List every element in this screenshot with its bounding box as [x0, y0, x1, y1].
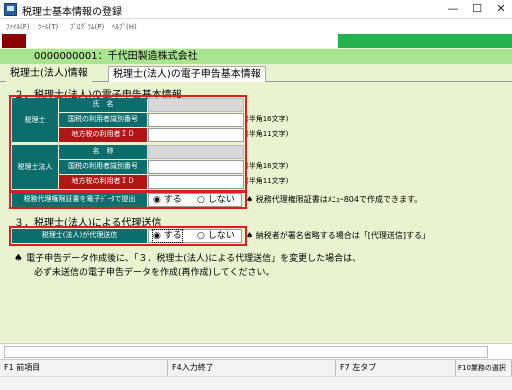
- close-button[interactable]: ✕: [490, 1, 512, 17]
- name-label: 氏 名: [59, 98, 147, 112]
- notice-line1: 電子申告データ作成後に、「３．税理士(法人)による代理送信」を変更した場合は、: [26, 254, 362, 264]
- proxy-send-yes-radio[interactable]: ◉ する: [152, 229, 183, 243]
- proxy-send-note-text: 納税者が署名省略する場合は「[代理送信]する」: [255, 231, 430, 240]
- corp-name-field[interactable]: [148, 145, 244, 159]
- proxy-cert-note-text: 税務代理権限証書はﾒﾆｭｰ804で作成できます。: [255, 195, 423, 204]
- local-tax-id-hint: (半角11文字): [246, 130, 289, 138]
- local-tax-id-label: 地方税の利用者ＩＤ: [59, 128, 147, 142]
- menu-bar: ﾌｧｲﾙ(F) ﾂｰﾙ(T) ﾌﾟﾛｸﾞﾗﾑ(P) ﾍﾙﾌﾟ(H): [0, 19, 512, 34]
- title-bar: 税理士基本情報の登録 — ☐ ✕: [0, 0, 512, 19]
- proxy-send-label: 税理士(法人)が代理送信: [12, 229, 147, 243]
- tab-bar: 税理士(法人)情報 税理士(法人)の電子申告基本情報: [0, 66, 512, 82]
- spade-icon: ♠: [14, 253, 23, 264]
- local-tax-id-field[interactable]: [148, 128, 244, 142]
- national-tax-id-hint: (半角16文字): [246, 115, 289, 123]
- zeirishi-group-label: 税理士: [12, 98, 58, 142]
- proxy-cert-yes-radio[interactable]: ◉ する: [153, 194, 182, 206]
- proxy-send-note: ♠ 納税者が署名省略する場合は「[代理送信]する」: [246, 229, 430, 242]
- status-indicator-red: [2, 34, 26, 48]
- spade-icon: ♠: [246, 195, 254, 204]
- corp-local-tax-id-label: 地方税の利用者ＩＤ: [59, 175, 147, 189]
- notice: ♠ 電子申告データ作成後に、「３．税理士(法人)による代理送信」を変更した場合は…: [14, 252, 361, 266]
- name-field[interactable]: [148, 98, 244, 112]
- function-key-bar: F1 前項目 F4入力終了 F7 左タブ F10業務の選択: [0, 359, 512, 377]
- proxy-send-radio-group: ◉ する ○ しない: [148, 229, 242, 243]
- national-tax-id-field[interactable]: [148, 113, 244, 127]
- f7-key[interactable]: F7 左タブ: [336, 360, 456, 377]
- menu-file[interactable]: ﾌｧｲﾙ(F): [6, 22, 30, 32]
- section3-title: ３．税理士(法人)による代理送信: [14, 218, 162, 229]
- f10-key[interactable]: F10業務の選択: [456, 360, 512, 377]
- maximize-button[interactable]: ☐: [466, 1, 488, 17]
- f4-key[interactable]: F4入力終了: [168, 360, 336, 377]
- status-footer: [0, 376, 512, 390]
- national-tax-id-label: 国税の利用者識別番号: [59, 113, 147, 127]
- proxy-cert-label: 税務代理権限証書を電子ﾃﾞｰﾀで提出: [12, 193, 147, 207]
- corp-national-tax-id-field[interactable]: [148, 160, 244, 174]
- status-strip: [0, 34, 512, 48]
- f1-key[interactable]: F1 前項目: [0, 360, 168, 377]
- proxy-send-no-radio[interactable]: ○ しない: [197, 230, 235, 242]
- houjin-group-label: 税理士法人: [12, 145, 58, 189]
- message-bar: [0, 343, 512, 359]
- company-bar: 0000000001：千代田製造株式会社: [0, 49, 512, 64]
- menu-tool[interactable]: ﾂｰﾙ(T): [38, 22, 58, 32]
- app-icon: [4, 3, 17, 16]
- window-title: 税理士基本情報の登録: [22, 7, 122, 18]
- corp-name-label: 名 称: [59, 145, 147, 159]
- corp-national-tax-id-label: 国税の利用者識別番号: [59, 160, 147, 174]
- message-field: [4, 346, 488, 358]
- corp-local-tax-id-hint: (半角11文字): [246, 177, 289, 185]
- corp-national-tax-id-hint: (半角16文字): [246, 162, 289, 170]
- notice-line2: 必ず未送信の電子申告データを作成(再作成)してください。: [34, 268, 275, 278]
- proxy-cert-note: ♠ 税務代理権限証書はﾒﾆｭｰ804で作成できます。: [246, 193, 422, 206]
- minimize-button[interactable]: —: [442, 1, 464, 17]
- corp-local-tax-id-field[interactable]: [148, 175, 244, 189]
- tab-e-filing-info[interactable]: 税理士(法人)の電子申告基本情報: [108, 66, 266, 82]
- menu-program[interactable]: ﾌﾟﾛｸﾞﾗﾑ(P): [70, 22, 104, 32]
- tab-zeirishi-info[interactable]: 税理士(法人)情報: [6, 66, 92, 82]
- proxy-cert-no-radio[interactable]: ○ しない: [197, 194, 235, 206]
- menu-help[interactable]: ﾍﾙﾌﾟ(H): [112, 22, 137, 32]
- spade-icon: ♠: [246, 231, 254, 240]
- proxy-cert-radio-group: ◉ する ○ しない: [148, 193, 242, 207]
- status-indicator-green: [338, 34, 512, 48]
